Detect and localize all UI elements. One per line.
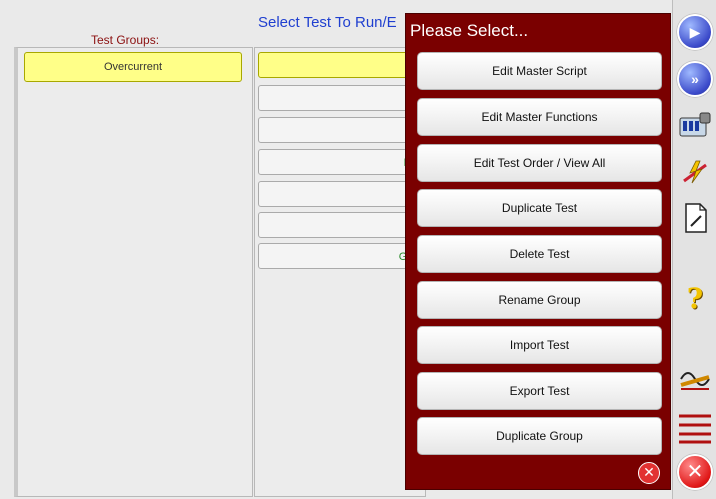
page-title: Select Test To Run/E — [258, 14, 397, 31]
list-button[interactable] — [675, 408, 715, 448]
lightning-icon — [683, 160, 707, 184]
test-item[interactable] — [258, 85, 418, 111]
exit-icon: ✕ — [677, 454, 713, 490]
edit-document-button[interactable] — [675, 198, 715, 238]
help-button[interactable]: ? — [675, 278, 715, 318]
signal-icon — [680, 372, 710, 390]
right-toolbar: ▶ » ? ✕ — [672, 0, 716, 499]
play-button[interactable]: ▶ — [675, 12, 715, 52]
test-item[interactable] — [258, 52, 418, 78]
test-set-icon — [679, 112, 711, 137]
duplicate-test-button[interactable]: Duplicate Test — [417, 189, 662, 227]
fast-forward-icon: » — [677, 61, 713, 97]
help-icon: ? — [686, 281, 704, 315]
fast-forward-button[interactable]: » — [675, 59, 715, 99]
popup-title: Please Select... — [410, 21, 529, 40]
export-test-button[interactable]: Export Test — [417, 372, 662, 410]
exit-button[interactable]: ✕ — [675, 452, 715, 492]
edit-master-script-button[interactable]: Edit Master Script — [417, 52, 662, 90]
test-item[interactable] — [258, 117, 418, 143]
close-icon[interactable]: ✕ — [638, 462, 660, 484]
signal-button[interactable] — [675, 360, 715, 400]
test-groups-panel: Overcurrent — [14, 47, 253, 497]
test-instrument-button[interactable] — [675, 105, 715, 145]
test-item[interactable]: Gr — [258, 243, 418, 269]
lightning-button[interactable] — [675, 152, 715, 192]
test-groups-label: Test Groups: — [91, 33, 160, 47]
edit-master-functions-button[interactable]: Edit Master Functions — [417, 98, 662, 136]
tests-panel: P Gr — [254, 47, 426, 497]
import-test-button[interactable]: Import Test — [417, 326, 662, 364]
edit-document-icon — [685, 203, 707, 233]
play-icon: ▶ — [677, 14, 713, 50]
test-item[interactable]: P — [258, 149, 418, 175]
rename-group-button[interactable]: Rename Group — [417, 281, 662, 319]
duplicate-group-button[interactable]: Duplicate Group — [417, 417, 662, 455]
delete-test-button[interactable]: Delete Test — [417, 235, 662, 273]
please-select-popup: Please Select... Edit Master Script Edit… — [405, 13, 671, 490]
list-icon — [679, 414, 711, 444]
edit-test-order-button[interactable]: Edit Test Order / View All — [417, 144, 662, 182]
test-item[interactable] — [258, 212, 418, 238]
test-item[interactable] — [258, 181, 418, 207]
group-item-overcurrent[interactable]: Overcurrent — [24, 52, 242, 82]
